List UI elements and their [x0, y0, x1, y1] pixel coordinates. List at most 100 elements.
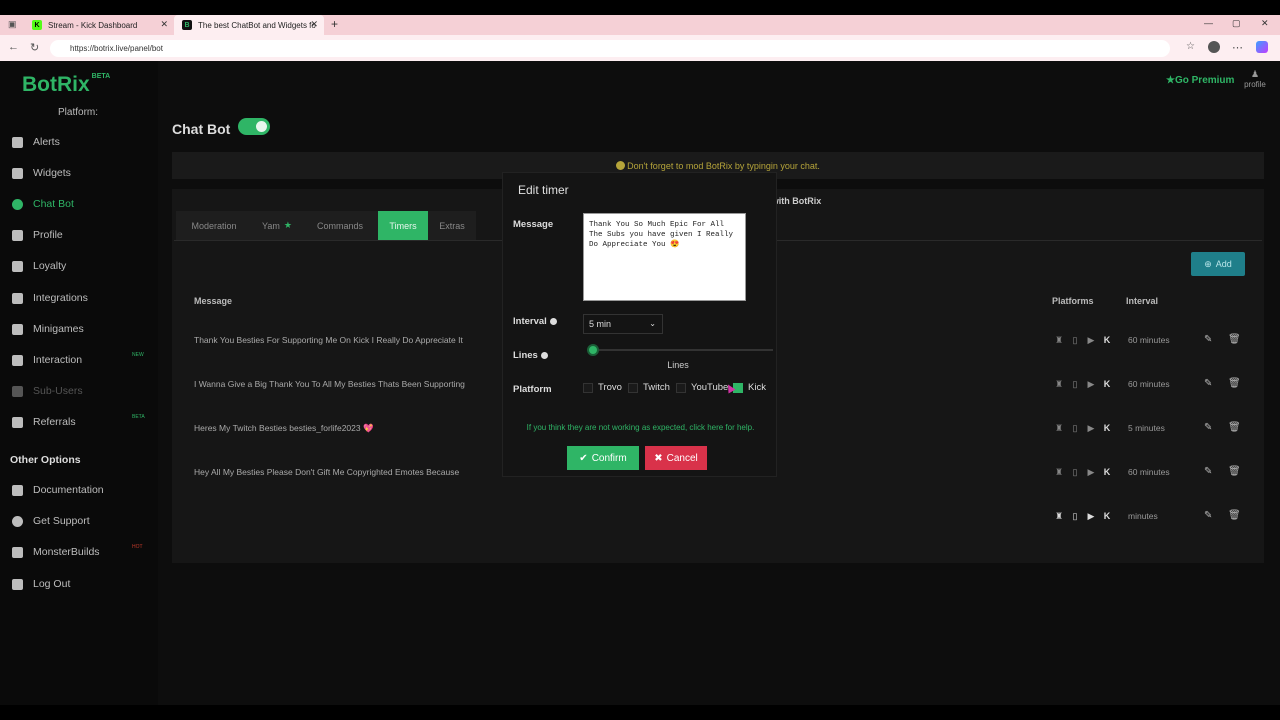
trash-icon[interactable]: 🗑 [1228, 466, 1241, 477]
sidebar-item-interaction[interactable]: Interaction [12, 353, 82, 367]
checkbox [676, 382, 686, 393]
cancel-label: Cancel [666, 452, 698, 464]
platform-twitch-checkbox[interactable]: Twitch [628, 382, 670, 393]
cancel-button[interactable]: ✖ Cancel [645, 446, 707, 470]
lines-label-text: Lines [513, 350, 538, 361]
avatar[interactable] [1208, 41, 1220, 53]
checkbox-label: Trovo [598, 382, 622, 393]
pencil-icon[interactable]: ✎ [1204, 466, 1212, 477]
lines-slider-thumb[interactable] [587, 344, 599, 356]
pencil-icon[interactable]: ✎ [1204, 510, 1212, 521]
row-interval: minutes [1128, 511, 1158, 521]
go-premium-label: Go Premium [1174, 75, 1235, 86]
pencil-icon[interactable]: ✎ [1204, 378, 1212, 389]
browser-tab-botrix[interactable]: B The best ChatBot and Widgets fo ✕ [174, 15, 324, 35]
hot-badge: HOT [132, 544, 143, 550]
gamepad-icon [12, 323, 23, 335]
sidebar-item-log-out[interactable]: Log Out [12, 577, 70, 591]
trash-icon[interactable]: 🗑 [1228, 422, 1241, 433]
row-interval: 60 minutes [1128, 335, 1170, 345]
tab-yam[interactable]: Yam ★ [252, 211, 302, 240]
profile-menu[interactable]: ♟ profile [1240, 69, 1270, 89]
page-title: Chat Bot [172, 121, 231, 137]
trash-icon[interactable]: 🗑 [1228, 334, 1241, 345]
interval-select[interactable]: 5 min ⌄ [583, 314, 663, 334]
sidebar-item-chat-bot[interactable]: Chat Bot [12, 197, 74, 211]
close-icon[interactable]: ✕ [160, 19, 168, 30]
platform-youtube-checkbox[interactable]: YouTube [676, 382, 728, 393]
trovo-icon: ♜ [1054, 423, 1064, 433]
sidebar-item-integrations[interactable]: Integrations [12, 291, 88, 305]
refresh-icon[interactable]: ↻ [30, 41, 39, 54]
copilot-icon[interactable] [1256, 41, 1268, 53]
trovo-icon: ♜ [1054, 467, 1064, 477]
sidebar-item-minigames[interactable]: Minigames [12, 322, 84, 336]
lines-slider-track[interactable] [587, 349, 773, 351]
message-label: Message [513, 219, 554, 230]
sidebar-item-loyalty[interactable]: Loyalty [12, 259, 66, 273]
trovo-icon: ♜ [1054, 511, 1064, 521]
checkbox [628, 382, 638, 393]
close-icon: ✖ [654, 452, 663, 464]
monitor-icon [12, 546, 23, 558]
row-platforms: ♜ ▯ ▶ K [1054, 423, 1112, 433]
tab-moderation[interactable]: Moderation [176, 211, 252, 240]
platform-trovo-checkbox[interactable]: Trovo [583, 382, 622, 393]
robot-icon [12, 198, 23, 210]
tab-actions-icon[interactable]: ▣ [8, 19, 17, 30]
platform-kick-checkbox[interactable]: Kick [733, 382, 766, 393]
message-textarea[interactable]: Thank You So Much Epic For All The Subs … [583, 213, 746, 301]
row-interval: 5 minutes [1128, 423, 1165, 433]
go-premium-link[interactable]: ★Go Premium [1166, 75, 1234, 86]
platform-label: Platform [513, 384, 552, 395]
sidebar-item-documentation[interactable]: Documentation [12, 483, 104, 497]
sidebar-item-monsterbuilds[interactable]: MonsterBuilds [12, 545, 100, 559]
pencil-icon[interactable]: ✎ [1204, 422, 1212, 433]
close-window-icon[interactable]: ✕ [1261, 18, 1269, 29]
sidebar-item-widgets[interactable]: Widgets [12, 166, 71, 180]
row-message: Hey All My Besties Please Don't Gift Me … [194, 467, 460, 477]
confirm-button[interactable]: ✔ Confirm [567, 446, 639, 470]
people-icon [12, 416, 23, 428]
tab-timers[interactable]: Timers [378, 211, 428, 240]
logo[interactable]: BotRix BETA [22, 73, 110, 97]
platform-label: Platform: [58, 107, 99, 118]
close-icon[interactable]: ✕ [310, 19, 318, 30]
kick-icon: K [1103, 511, 1111, 521]
trophy-icon [12, 260, 23, 272]
pencil-icon[interactable]: ✎ [1204, 334, 1212, 345]
plug-icon [12, 292, 23, 304]
trash-icon[interactable]: 🗑 [1228, 510, 1241, 521]
users-icon [12, 385, 23, 397]
favorites-icon[interactable]: ☆ [1186, 41, 1195, 52]
kick-icon: K [1103, 335, 1111, 345]
tab-extras[interactable]: Extras [428, 211, 476, 240]
tab-commands[interactable]: Commands [302, 211, 378, 240]
back-icon[interactable]: ← [8, 41, 19, 53]
info-icon [616, 161, 626, 170]
sidebar-item-label: Widgets [33, 167, 71, 179]
user-icon: ♟ [1250, 69, 1260, 79]
sidebar-item-alerts[interactable]: Alerts [12, 135, 60, 149]
new-tab-icon[interactable]: + [331, 17, 338, 31]
browser-tab-kick[interactable]: K Stream - Kick Dashboard ✕ [24, 15, 174, 35]
sidebar-item-referrals[interactable]: Referrals [12, 415, 76, 429]
more-menu-icon[interactable]: ⋯ [1232, 41, 1243, 54]
add-timer-button[interactable]: ⊕ Add [1191, 252, 1245, 276]
help-link[interactable]: If you think they are not working as exp… [503, 423, 778, 432]
chat-bot-toggle[interactable] [238, 118, 270, 135]
minimize-icon[interactable]: — [1204, 18, 1213, 28]
info-icon [549, 317, 557, 325]
youtube-icon: ▶ [1087, 511, 1095, 521]
sidebar-item-profile[interactable]: Profile [12, 228, 63, 242]
url-field[interactable]: https://botrix.live/panel/bot [50, 40, 1170, 57]
sidebar-item-get-support[interactable]: Get Support [12, 514, 90, 528]
trovo-icon: ♜ [1054, 379, 1064, 389]
twitch-icon: ▯ [1072, 379, 1078, 389]
sidebar-item-sub-users[interactable]: Sub-Users [12, 384, 83, 398]
sidebar-item-label: Get Support [33, 515, 90, 527]
maximize-icon[interactable]: ▢ [1232, 18, 1241, 29]
trash-icon[interactable]: 🗑 [1228, 378, 1241, 389]
youtube-icon: ▶ [1087, 379, 1095, 389]
logo-beta-badge: BETA [91, 73, 111, 80]
